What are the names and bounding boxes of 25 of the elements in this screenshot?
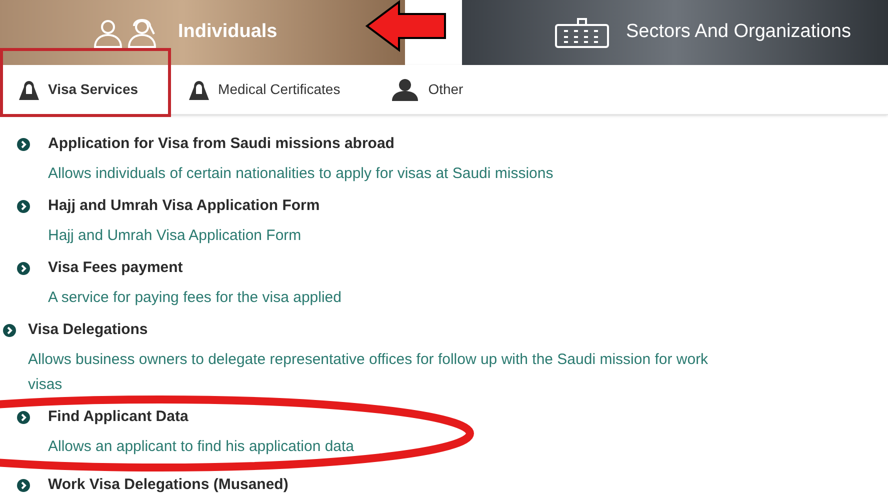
chevron-circle-icon [17, 411, 30, 424]
chevron-circle-icon [17, 262, 30, 275]
bag-icon [18, 80, 40, 100]
service-tab[interactable]: Other [372, 65, 482, 114]
chevron-circle-icon [17, 200, 30, 213]
chevron-circle-icon [3, 324, 16, 337]
service-link[interactable]: Visa Fees payment [48, 259, 342, 277]
category-tab[interactable]: Sectors And Organizations [462, 0, 888, 65]
service-link[interactable]: Hajj and Umrah Visa Application Form [48, 197, 320, 215]
service-description: A service for paying fees for the visa applied [48, 288, 342, 308]
service-description: Allows individuals of certain nationalities to apply for visas at Saudi missions [48, 164, 554, 184]
person-icon [390, 78, 420, 100]
bag-icon [188, 80, 210, 100]
service-tab[interactable]: Medical Certificates [170, 65, 358, 114]
service-description: Allows an applicant to find his application data [48, 437, 354, 457]
service-description: Hajj and Umrah Visa Application Form [48, 226, 302, 246]
chevron-circle-icon [17, 479, 30, 492]
service-link[interactable]: Visa Delegations [28, 321, 728, 339]
service-link[interactable]: Application for Visa from Saudi missions abroad [48, 135, 554, 153]
service-link[interactable]: Work Visa Delegations (Musaned) [48, 476, 288, 494]
service-description: Allows business owners to delegate representative offices for follow up with the Saudi mission for work visas [28, 350, 710, 395]
chevron-circle-icon [17, 138, 30, 151]
building-icon [554, 16, 610, 48]
service-tab[interactable]: Visa Services [0, 65, 156, 114]
service-link[interactable]: Find Applicant Data [48, 408, 354, 426]
